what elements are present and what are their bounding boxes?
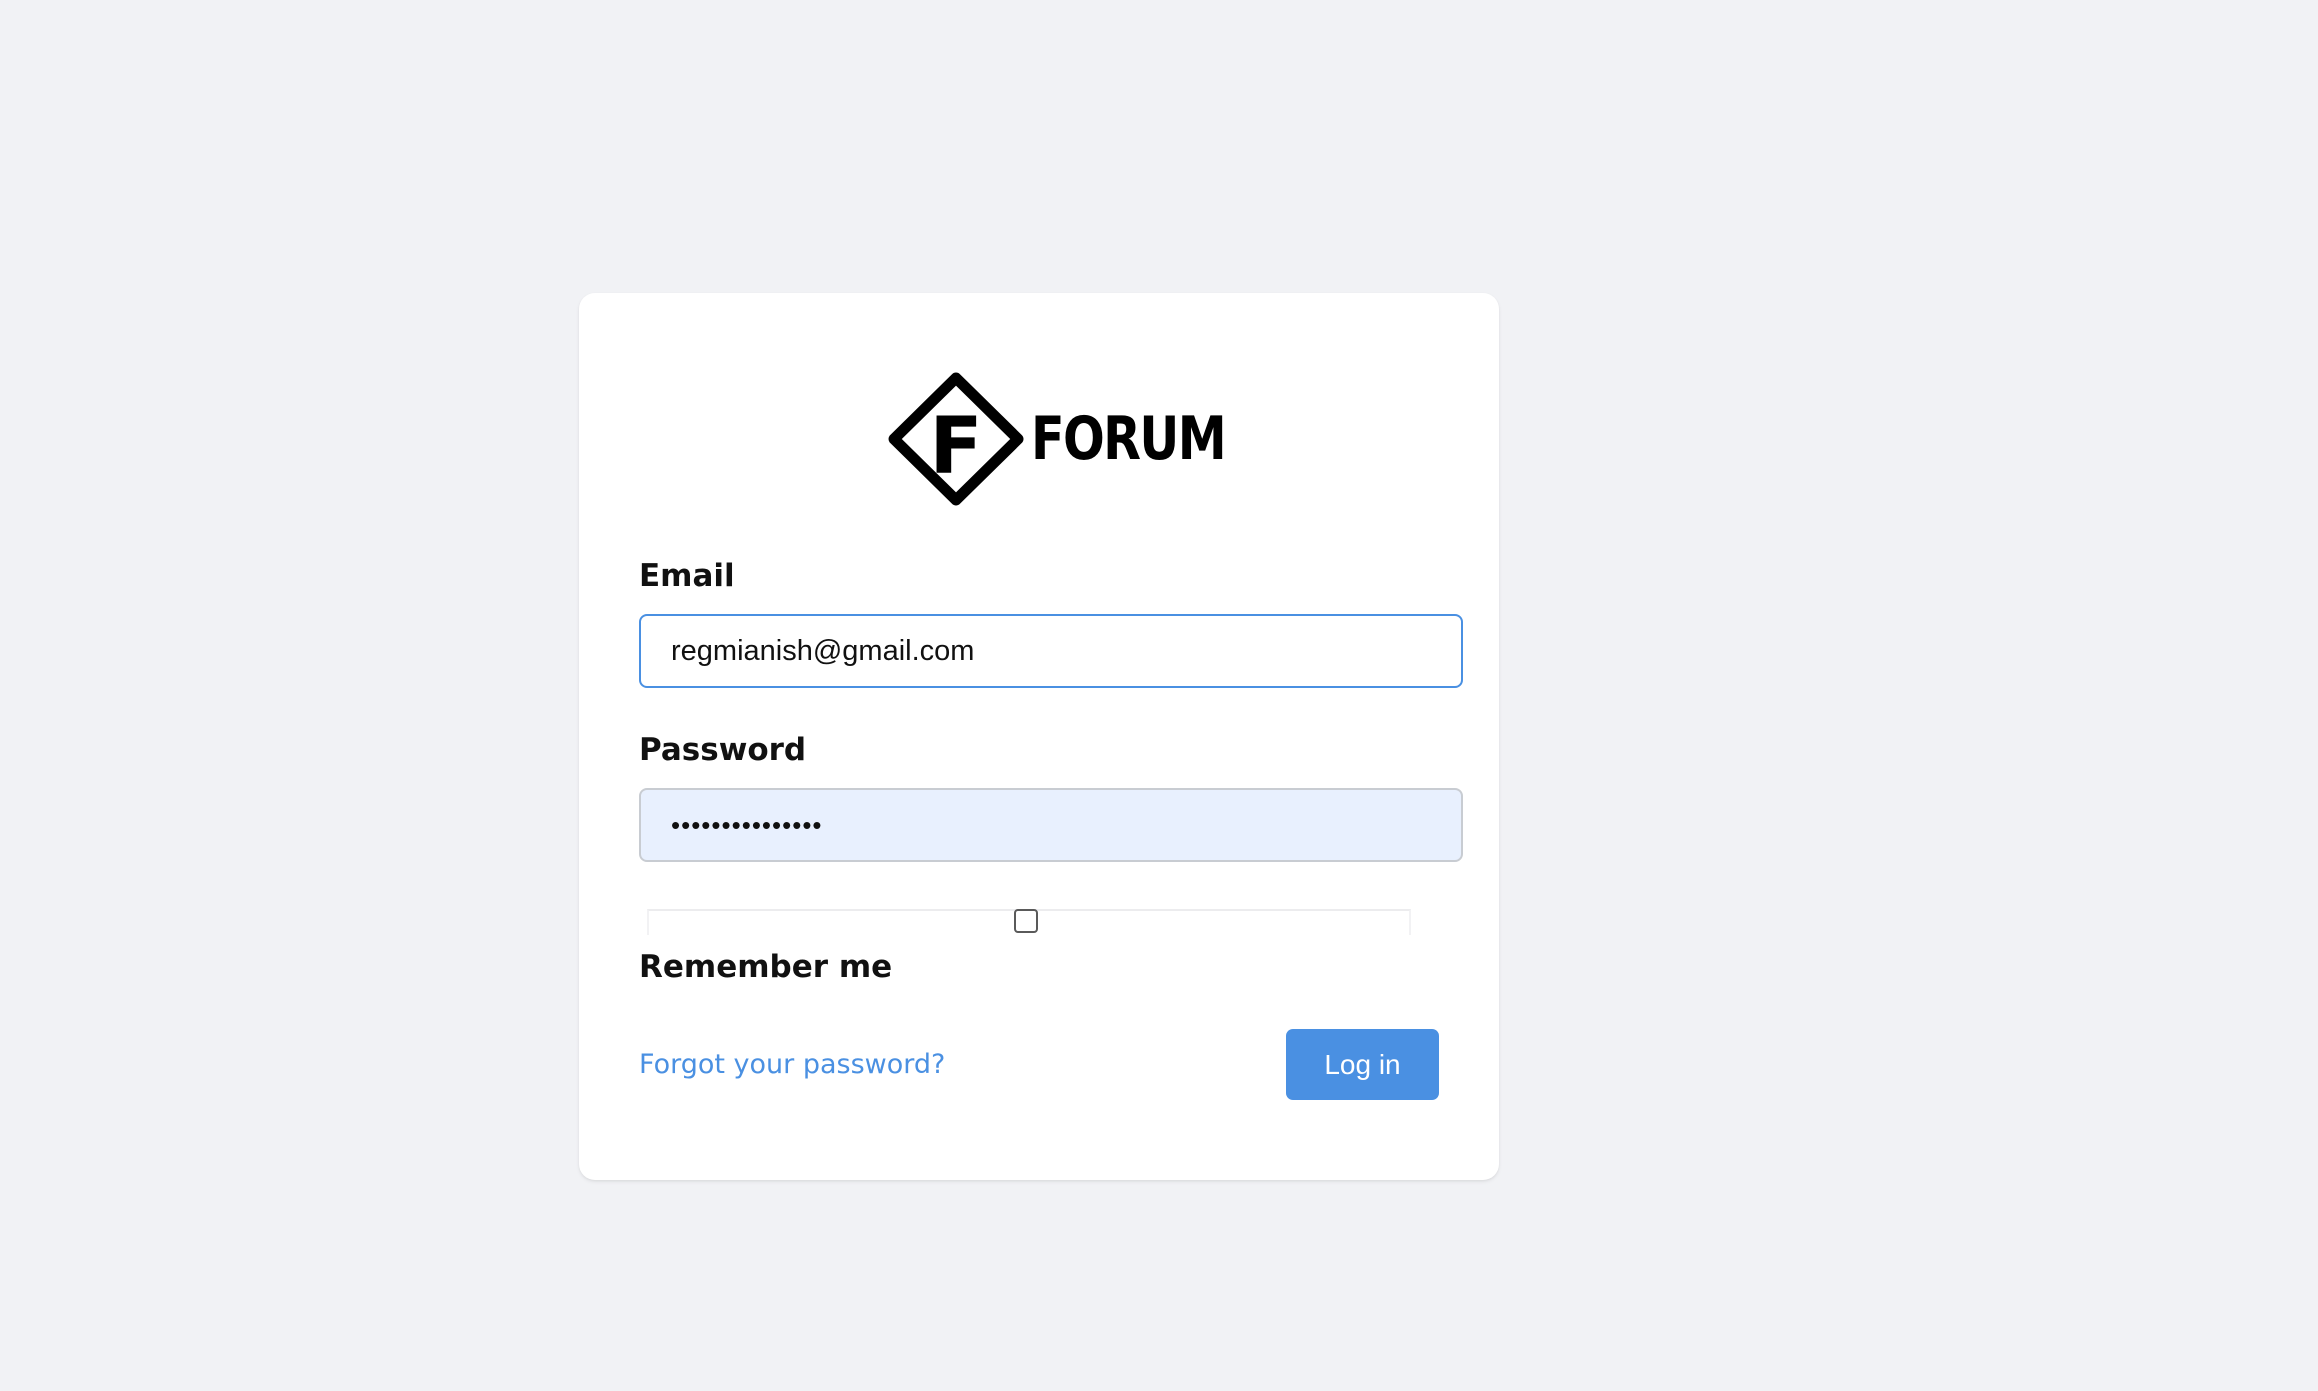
logo-letter: F xyxy=(929,402,982,492)
diamond-f-logo-icon: F xyxy=(888,372,1024,506)
remember-me-checkbox[interactable] xyxy=(1014,909,1038,933)
remember-me-label: Remember me xyxy=(639,949,893,985)
password-field[interactable] xyxy=(639,788,1463,862)
email-label: Email xyxy=(639,558,735,594)
forum-logo: F FORUM xyxy=(886,372,1227,507)
email-field[interactable] xyxy=(639,614,1463,688)
logo-wordmark: FORUM xyxy=(1031,404,1227,474)
forgot-password-link[interactable]: Forgot your password? xyxy=(639,1046,945,1084)
login-button[interactable]: Log in xyxy=(1286,1029,1439,1100)
password-label: Password xyxy=(639,732,807,768)
